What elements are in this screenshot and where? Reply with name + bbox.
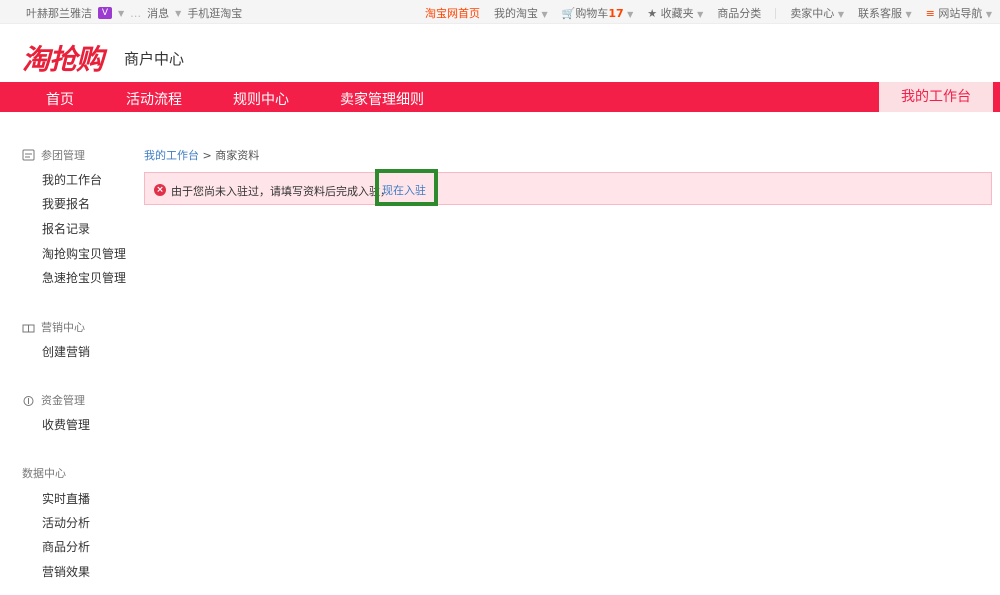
sidebar-group-title: 资金管理 xyxy=(41,394,85,407)
breadcrumb-current: 商家资料 xyxy=(215,149,260,162)
merchant-center-title: 商户中心 xyxy=(124,50,185,68)
sidebar-group-data: 数据中心 xyxy=(22,465,66,481)
site-nav-link[interactable]: ≡ 网站导航 ▼ xyxy=(926,5,992,21)
sidebar-item-product-analysis[interactable]: 商品分析 xyxy=(42,538,90,555)
cart-link[interactable]: 🛒购物车17 ▼ xyxy=(562,5,634,21)
main-nav: 首页 活动流程 规则中心 卖家管理细则 我的工作台 xyxy=(0,82,1000,112)
topbar-right: 淘宝网首页 我的淘宝 ▼ 🛒购物车17 ▼ ★ 收藏夹 ▼ 商品分类 卖家中心 … xyxy=(425,5,992,21)
sidebar-item-live[interactable]: 实时直播 xyxy=(42,490,90,507)
chevron-down-icon: ▼ xyxy=(905,10,912,19)
favorites-link[interactable]: ★ 收藏夹 ▼ xyxy=(647,5,703,21)
chevron-down-icon: ▼ xyxy=(985,10,992,19)
nav-activity-process[interactable]: 活动流程 xyxy=(126,89,182,109)
topbar-left: 叶赫那兰雅洁 V ▼ … 消息 ▼ 手机逛淘宝 xyxy=(26,5,242,21)
gift-icon xyxy=(22,324,35,333)
breadcrumb-workbench-link[interactable]: 我的工作台 xyxy=(144,149,199,162)
error-alert: × 由于您尚未入驻过，请填写资料后完成入驻， xyxy=(144,172,992,205)
taoqianggou-logo[interactable]: 淘抢购 xyxy=(22,38,104,78)
customer-service-link[interactable]: 联系客服 ▼ xyxy=(858,5,912,21)
vip-badge-icon: V xyxy=(98,7,112,19)
sidebar-group-marketing: 营销中心 xyxy=(22,319,85,335)
chevron-down-icon[interactable]: ▼ xyxy=(118,9,124,18)
breadcrumb-separator: > xyxy=(202,149,212,162)
nav-home[interactable]: 首页 xyxy=(46,89,74,109)
sidebar-item-my-workbench[interactable]: 我的工作台 xyxy=(42,171,102,188)
cart-count: 17 xyxy=(608,7,624,20)
my-taobao-link[interactable]: 我的淘宝 ▼ xyxy=(494,5,548,21)
sidebar-group-title: 营销中心 xyxy=(41,321,85,334)
sidebar-item-marketing-effect[interactable]: 营销效果 xyxy=(42,563,90,580)
seller-center-link[interactable]: 卖家中心 ▼ xyxy=(790,5,844,21)
nav-my-workbench[interactable]: 我的工作台 xyxy=(879,82,993,112)
username-link[interactable]: 叶赫那兰雅洁 xyxy=(26,5,92,21)
sidebar-item-item-management[interactable]: 淘抢购宝贝管理 xyxy=(42,245,126,262)
messages-link[interactable]: 消息 xyxy=(147,5,169,21)
chevron-down-icon: ▼ xyxy=(627,10,634,19)
site-nav-label: 网站导航 xyxy=(938,7,983,20)
my-taobao-label: 我的淘宝 xyxy=(493,7,538,20)
nav-rule-center[interactable]: 规则中心 xyxy=(233,89,289,109)
alert-message: 由于您尚未入驻过，请填写资料后完成入驻， xyxy=(171,185,391,198)
sidebar-item-activity-analysis[interactable]: 活动分析 xyxy=(42,514,90,531)
sidebar-group-title: 参团管理 xyxy=(41,149,85,162)
categories-link[interactable]: 商品分类 xyxy=(717,5,761,21)
mobile-taobao-link[interactable]: 手机逛淘宝 xyxy=(187,5,242,21)
divider xyxy=(775,7,777,19)
message-icon: … xyxy=(130,6,142,20)
sidebar-group-title: 数据中心 xyxy=(22,467,66,480)
chevron-down-icon: ▼ xyxy=(697,10,704,19)
sidebar-item-flash-item-management[interactable]: 急速抢宝贝管理 xyxy=(42,269,126,286)
sidebar-group-funds: 资金管理 xyxy=(22,392,85,408)
sidebar-item-apply-records[interactable]: 报名记录 xyxy=(42,220,90,237)
sidebar-item-fee-management[interactable]: 收费管理 xyxy=(42,416,90,433)
join-now-link[interactable]: 现在入驻 xyxy=(382,182,426,198)
chevron-down-icon: ▼ xyxy=(541,10,548,19)
favorites-label: 收藏夹 xyxy=(660,7,694,20)
customer-service-label: 联系客服 xyxy=(857,7,902,20)
nav-seller-rules[interactable]: 卖家管理细则 xyxy=(340,89,424,109)
cart-icon: 🛒 xyxy=(561,7,576,20)
seller-center-label: 卖家中心 xyxy=(790,7,835,20)
menu-icon: ≡ xyxy=(925,7,935,20)
site-header: 淘抢购 商户中心 xyxy=(0,24,1000,82)
site-topbar: 叶赫那兰雅洁 V ▼ … 消息 ▼ 手机逛淘宝 淘宝网首页 我的淘宝 ▼ 🛒购物… xyxy=(0,0,1000,24)
money-bag-icon xyxy=(23,396,34,406)
cart-label: 购物车 xyxy=(575,7,609,20)
breadcrumb: 我的工作台 > 商家资料 xyxy=(144,147,259,163)
error-icon: × xyxy=(154,184,166,196)
star-icon: ★ xyxy=(647,7,658,20)
chevron-down-icon[interactable]: ▼ xyxy=(175,9,181,18)
chevron-down-icon: ▼ xyxy=(837,10,844,19)
sidebar-item-apply[interactable]: 我要报名 xyxy=(42,195,90,212)
sidebar-item-create-marketing[interactable]: 创建营销 xyxy=(42,343,90,360)
sidebar-group-participation: 参团管理 xyxy=(22,147,85,163)
taobao-home-link[interactable]: 淘宝网首页 xyxy=(425,5,480,21)
card-icon xyxy=(22,149,35,161)
